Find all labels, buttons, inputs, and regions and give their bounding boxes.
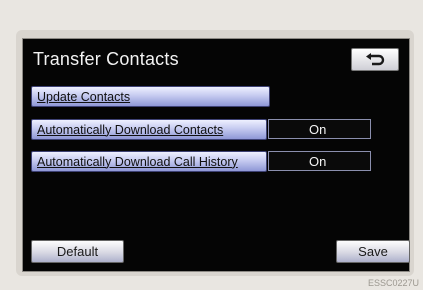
image-code: ESSC0227U: [367, 278, 419, 288]
update-contacts-button[interactable]: Update Contacts: [31, 86, 270, 107]
display-screen: Transfer Contacts Update Contacts Automa…: [22, 38, 410, 272]
auto-download-call-history-button[interactable]: Automatically Download Call History: [31, 151, 267, 172]
auto-download-call-history-status: On: [268, 151, 371, 171]
auto-download-contacts-status: On: [268, 119, 371, 139]
page-title: Transfer Contacts: [33, 49, 179, 69]
save-button[interactable]: Save: [336, 240, 410, 263]
device-frame: Transfer Contacts Update Contacts Automa…: [0, 0, 423, 290]
default-button[interactable]: Default: [31, 240, 124, 263]
return-arrow-icon: [366, 52, 385, 65]
auto-download-contacts-button[interactable]: Automatically Download Contacts: [31, 119, 267, 140]
back-button[interactable]: [351, 48, 399, 71]
